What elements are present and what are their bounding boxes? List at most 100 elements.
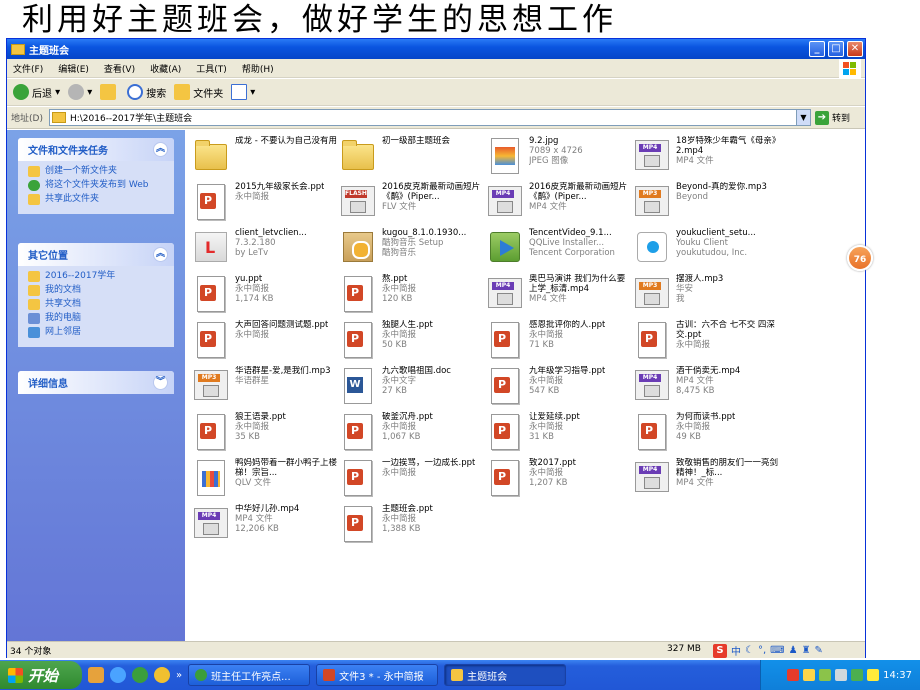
file-item[interactable]: MP4 奥巴马演讲 我们为什么要上学_标清.mp4 MP4 文件 — [487, 274, 632, 318]
minimize-button[interactable]: _ — [809, 41, 825, 57]
ppt-file-icon — [340, 504, 376, 544]
file-item[interactable]: 让爱延续.ppt永中简报31 KB — [487, 412, 632, 456]
up-button[interactable] — [100, 84, 119, 100]
place-network[interactable]: 网上邻居 — [28, 327, 174, 338]
file-item[interactable]: 一边挨骂，一边成长.ppt永中简报 — [340, 458, 485, 502]
menu-file[interactable]: 文件(F) — [13, 62, 43, 75]
place-shared-documents[interactable]: 共享文档 — [28, 299, 174, 310]
tasks-pane-header[interactable]: 文件和文件夹任务 ︽ — [18, 138, 174, 161]
file-item[interactable]: kugou_8.1.0.1930... 酷狗音乐 Setup 酷狗音乐 — [340, 228, 485, 272]
sogou-tray-icon[interactable] — [787, 669, 800, 681]
folders-button[interactable]: 文件夹 — [174, 84, 223, 100]
sogou-ime-icon: S — [713, 643, 727, 658]
file-item[interactable]: youkuclient_setu... Youku Client youkutudo… — [634, 228, 779, 272]
file-item[interactable]: 初一级部主题班会 — [340, 136, 485, 180]
tray-app-icon[interactable] — [803, 669, 816, 681]
file-item[interactable]: 为何而读书.ppt永中简报49 KB — [634, 412, 779, 456]
tray-qq-icon[interactable] — [851, 669, 864, 681]
file-item[interactable]: 主题班会.ppt永中简报1,388 KB — [340, 504, 485, 548]
forward-button[interactable]: ▾ — [68, 84, 92, 100]
file-item[interactable]: 感恩批评你的人.ppt永中简报71 KB — [487, 320, 632, 364]
quicklaunch-app-icon[interactable] — [154, 667, 170, 683]
file-item[interactable]: 独腿人生.ppt永中简报50 KB — [340, 320, 485, 364]
file-text: 为何而读书.ppt 永中简报 49 KB — [676, 412, 735, 456]
menu-tools[interactable]: 工具(T) — [196, 62, 227, 75]
place-my-documents[interactable]: 我的文档 — [28, 285, 174, 296]
tray-network-icon[interactable] — [819, 669, 832, 681]
views-button[interactable]: ▾ — [231, 84, 255, 100]
expand-icon[interactable]: ︾ — [153, 375, 168, 390]
ime-person-icon: ♟ — [788, 645, 798, 656]
folder-icon — [11, 43, 25, 55]
start-button[interactable]: 开始 — [0, 661, 82, 689]
file-item[interactable]: MP4 酒干倘卖无.mp4 MP4 文件 8,475 KB — [634, 366, 779, 410]
file-item[interactable]: 鸭妈妈带着一群小鸭子上楼梯！宗旨... QLV 文件 — [193, 458, 338, 502]
file-item[interactable]: 九年级学习指导.ppt永中简报547 KB — [487, 366, 632, 410]
file-type: 永中简报 — [676, 422, 711, 432]
file-item[interactable]: MP3 摆渡人.mp3 华安我 — [634, 274, 779, 318]
quicklaunch-ie-icon[interactable] — [110, 667, 126, 683]
file-item[interactable]: MP4 致敬销售的朋友们一一亮剑精神！_标... MP4 文件 — [634, 458, 779, 502]
details-pane-header[interactable]: 详细信息 ︾ — [18, 371, 174, 394]
file-item[interactable]: 狼王语录.ppt永中简报35 KB — [193, 412, 338, 456]
quicklaunch-ime-icon[interactable] — [88, 667, 104, 683]
close-button[interactable]: ✕ — [847, 41, 863, 57]
file-detail: JPEG 图像 — [529, 156, 569, 166]
file-item[interactable]: FLASH 2016皮克斯最新动画短片《鹬》(Piper... FLV 文件 — [340, 182, 485, 226]
quicklaunch-browser-icon[interactable] — [132, 667, 148, 683]
place-parent-folder[interactable]: 2016--2017学年 — [28, 271, 174, 282]
file-type: 酷狗音乐 Setup — [382, 238, 444, 248]
address-input[interactable]: H:\2016--2017学年\主题班会 ▼ — [48, 109, 811, 126]
task-publish-web[interactable]: 将这个文件夹发布到 Web — [28, 180, 174, 191]
task-presentation[interactable]: 文件3 * - 永中简报 — [316, 664, 439, 686]
file-item[interactable]: 古训：六不合 七不交 四深交.ppt永中简报 — [634, 320, 779, 364]
collapse-icon[interactable]: ︽ — [153, 142, 168, 157]
maximize-button[interactable]: □ — [828, 41, 844, 57]
task-new-folder[interactable]: 创建一个新文件夹 — [28, 166, 174, 177]
file-item[interactable]: 成龙 - 不要认为自己没有用 — [193, 136, 338, 180]
file-item[interactable]: 九六歌唱祖国.doc永中文字27 KB — [340, 366, 485, 410]
file-text: 2015九年级家长会.ppt 永中简报 — [235, 182, 324, 226]
address-dropdown-button[interactable]: ▼ — [795, 110, 810, 125]
folder-icon — [174, 84, 191, 100]
address-bar: 地址(D) H:\2016--2017学年\主题班会 ▼ ➔ 转到 — [7, 107, 865, 129]
back-button[interactable]: 后退 ▾ — [13, 84, 60, 100]
window-titlebar[interactable]: 主题班会 _ □ ✕ — [7, 39, 865, 59]
file-item[interactable]: yu.ppt永中简报1,174 KB — [193, 274, 338, 318]
place-my-computer[interactable]: 我的电脑 — [28, 313, 174, 324]
task-explorer[interactable]: 主题班会 — [444, 664, 567, 686]
menu-view[interactable]: 查看(V) — [104, 62, 135, 75]
file-item[interactable]: MP4 2016皮克斯最新动画短片《鹬》(Piper... MP4 文件 — [487, 182, 632, 226]
file-item[interactable]: MP4 中华好儿孙.mp4 MP4 文件 12,206 KB — [193, 504, 338, 548]
file-item[interactable]: 熬.ppt永中简报120 KB — [340, 274, 485, 318]
places-pane-header[interactable]: 其它位置 ︽ — [18, 243, 174, 266]
file-item[interactable]: client_letvclien...7.3.2.180by LeTv — [193, 228, 338, 272]
menu-help[interactable]: 帮助(H) — [242, 62, 274, 75]
menu-edit[interactable]: 编辑(E) — [58, 62, 89, 75]
floating-badge[interactable]: 76 — [847, 245, 873, 271]
youku-file-icon — [634, 228, 670, 268]
file-item[interactable]: TencentVideo_9.1... QQLive Installer... Te… — [487, 228, 632, 272]
file-item[interactable]: 破釜沉舟.ppt永中简报1,067 KB — [340, 412, 485, 456]
file-item[interactable]: 大声回答问题测试题.ppt永中简报 — [193, 320, 338, 364]
file-item[interactable]: 2015九年级家长会.ppt永中简报 — [193, 182, 338, 226]
file-detail: 71 KB — [529, 340, 554, 350]
file-name: 主题班会.ppt — [382, 504, 433, 514]
search-button[interactable]: 搜索 — [127, 84, 166, 100]
file-item[interactable]: MP3 华语群星-爱,是我们.mp3 华语群星 — [193, 366, 338, 410]
task-share-folder[interactable]: 共享此文件夹 — [28, 194, 174, 205]
task-teacher-doc[interactable]: 班主任工作亮点... — [188, 664, 311, 686]
file-item[interactable]: 9.2.jpg 7089 x 4726 JPEG 图像 — [487, 136, 632, 180]
quicklaunch-more-icon[interactable]: » — [176, 670, 182, 681]
volume-icon[interactable] — [835, 669, 848, 681]
collapse-icon[interactable]: ︽ — [153, 247, 168, 262]
file-item[interactable]: MP4 18岁特殊少年霸气《母亲》2.mp4 MP4 文件 — [634, 136, 779, 180]
ppt-file-icon — [193, 182, 229, 222]
file-item[interactable]: 致2017.ppt永中简报1,207 KB — [487, 458, 632, 502]
signal-icon[interactable] — [867, 669, 880, 681]
menu-favorites[interactable]: 收藏(A) — [150, 62, 181, 75]
file-item[interactable]: MP3 Beyond-真的爱你.mp3 Beyond — [634, 182, 779, 226]
ime-toolbar[interactable]: S 中 ☾ °, ⌨ ♟ ♜ ✎ — [713, 642, 823, 659]
file-name: 九六歌唱祖国.doc — [382, 366, 451, 376]
go-button[interactable]: ➔ 转到 — [814, 110, 850, 125]
